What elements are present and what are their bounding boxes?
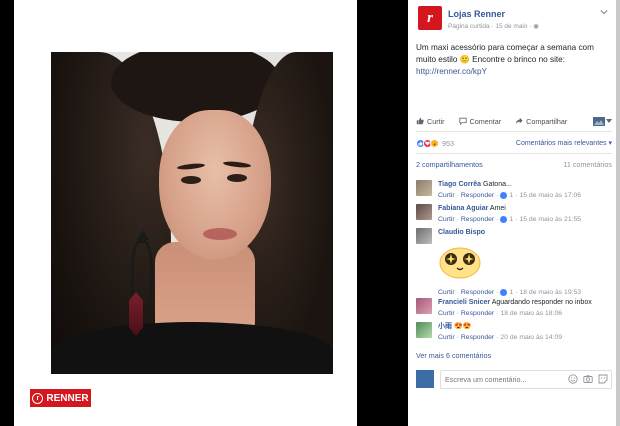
comment-time[interactable]: 18 de maio às 18:06 <box>500 309 562 318</box>
comment-meta: Curtir · Responder · 18 de maio às 18:06 <box>438 309 563 318</box>
post-text: Um maxi acessório para começar a semana … <box>416 42 612 78</box>
globe-icon: ◉ <box>533 23 539 30</box>
comment-body: Francieli Snicer Aguardando responder no… <box>438 298 612 318</box>
comment-reply-link[interactable]: Responder <box>461 215 494 224</box>
comment-composer <box>416 370 612 390</box>
divider <box>416 153 612 154</box>
comment-icon <box>458 117 467 125</box>
commenter-avatar[interactable] <box>416 298 432 314</box>
engagement-counts: 2 compartilhamentos 11 comentários <box>416 160 612 169</box>
comments-count: 11 comentários <box>563 160 612 169</box>
comment-like-count: 1 <box>509 216 514 223</box>
post-meta-text: Página curtida · 15 de maio · <box>448 23 532 30</box>
post-header: r Lojas Renner Página curtida · 15 de ma… <box>418 6 608 32</box>
comment-reply-link[interactable]: Responder <box>461 309 494 318</box>
comment-like-link[interactable]: Curtir <box>438 288 455 297</box>
commenter-avatar[interactable] <box>416 180 432 196</box>
like-count-icon <box>500 216 508 223</box>
comment-meta: Curtir · Responder · 20 de maio às 14:09 <box>438 333 563 342</box>
page-avatar[interactable]: r <box>418 6 442 30</box>
like-count-icon <box>500 192 508 199</box>
post-link[interactable]: http://renner.co/kpY <box>416 67 487 76</box>
like-button[interactable]: Curtir <box>416 117 445 126</box>
share-label: Compartilhar <box>526 116 568 126</box>
comment-body: Fabiana Aguiar Amei Curtir · Responder · 1… <box>438 204 612 224</box>
comment-time[interactable]: 20 de maio às 14:09 <box>500 333 562 342</box>
comment-meta: Curtir · Responder · 1 · 18 de maio às 19:5… <box>438 288 582 297</box>
comment-like-link[interactable]: Curtir <box>438 191 455 200</box>
scrollbar[interactable] <box>616 0 620 426</box>
post-as-selector[interactable] <box>593 116 612 126</box>
shares-count-link[interactable]: 2 compartilhamentos <box>416 160 483 169</box>
photo-card <box>14 0 357 426</box>
smiling-sticker <box>439 247 481 279</box>
camera-icon[interactable] <box>583 374 593 384</box>
commenter-avatar[interactable] <box>416 204 432 220</box>
post-actions: Curtir Comentar Compartilhar <box>416 114 612 128</box>
sticker-icon[interactable] <box>598 374 608 384</box>
commenter-name[interactable]: Tiago Corrêa <box>438 181 481 188</box>
see-more-comments-link[interactable]: Ver mais 6 comentários <box>416 351 491 360</box>
like-label: Curtir <box>427 116 445 126</box>
comment-time[interactable]: 18 de maio às 19:53 <box>519 288 581 297</box>
comment-time[interactable]: 15 de maio às 17:06 <box>519 191 581 200</box>
post-photo[interactable] <box>51 52 333 374</box>
reaction-count[interactable]: 953 <box>442 139 454 148</box>
composer-icons <box>568 374 608 384</box>
page-name-link[interactable]: Lojas Renner <box>448 9 505 19</box>
share-icon <box>515 117 523 125</box>
emoji-icon[interactable] <box>568 374 578 384</box>
comment-like-count: 1 <box>509 289 514 296</box>
comment-meta: Curtir · Responder · 1 · 15 de maio às 17:0… <box>438 191 582 200</box>
commenter-name[interactable]: Fabiana Aguiar <box>438 205 488 212</box>
renner-r-icon: r <box>32 392 44 404</box>
comment-like-link[interactable]: Curtir <box>438 333 455 342</box>
thumbs-up-icon <box>416 117 424 125</box>
comment-body: Tiago Corrêa Gatona... Curtir · Responder… <box>438 180 612 200</box>
commenter-avatar[interactable] <box>416 228 432 244</box>
page-thumbnail-icon <box>593 116 605 126</box>
comment-reply-link[interactable]: Responder <box>461 333 494 342</box>
comment-text: Amei <box>489 205 506 212</box>
like-count-icon <box>500 289 508 296</box>
comment-like-count: 1 <box>509 192 514 199</box>
comment-time[interactable]: 15 de maio às 21:55 <box>519 215 581 224</box>
post-meta: Página curtida · 15 de maio · ◉ <box>448 22 539 30</box>
share-button[interactable]: Compartilhar <box>515 117 567 126</box>
comment-reply-link[interactable]: Responder <box>461 288 494 297</box>
caret-down-icon <box>606 119 612 123</box>
commenter-name[interactable]: 小雨 <box>438 323 452 330</box>
renner-logo-text: RENNER <box>46 392 89 404</box>
comment-like-link[interactable]: Curtir <box>438 215 455 224</box>
divider <box>416 131 612 132</box>
comment-button[interactable]: Comentar <box>458 116 502 126</box>
comment-text: 😍😍 <box>453 323 472 330</box>
reactions-summary[interactable]: 953 Comentários mais relevantes ▾ <box>416 136 612 150</box>
chevron-down-icon[interactable] <box>600 8 608 16</box>
commenter-name[interactable]: Claudio Bispo <box>438 229 485 236</box>
commenter-avatar[interactable] <box>416 322 432 338</box>
comment-reply-link[interactable]: Responder <box>461 191 494 200</box>
post-text-body: Um maxi acessório para começar a semana … <box>416 43 594 64</box>
comment-label: Comentar <box>469 116 502 126</box>
commenter-name[interactable]: Francieli Snicer <box>438 299 490 306</box>
comment-like-link[interactable]: Curtir <box>438 309 455 318</box>
wow-reaction-icon <box>430 138 439 148</box>
comment-sort-dropdown[interactable]: Comentários mais relevantes ▾ <box>516 139 612 147</box>
renner-logo-badge: r RENNER <box>30 389 91 407</box>
comment-body: 小雨 😍😍 Curtir · Responder · 20 de maio às 1… <box>438 322 612 342</box>
post-sidebar: r Lojas Renner Página curtida · 15 de ma… <box>408 0 616 426</box>
comment-text: Aguardando responder no inbox <box>491 299 592 306</box>
comment-text: Gatona... <box>483 181 512 188</box>
comment-meta: Curtir · Responder · 1 · 15 de maio às 21:5… <box>438 215 582 224</box>
photo-viewer: r RENNER <box>0 0 408 426</box>
current-user-avatar <box>416 370 434 388</box>
